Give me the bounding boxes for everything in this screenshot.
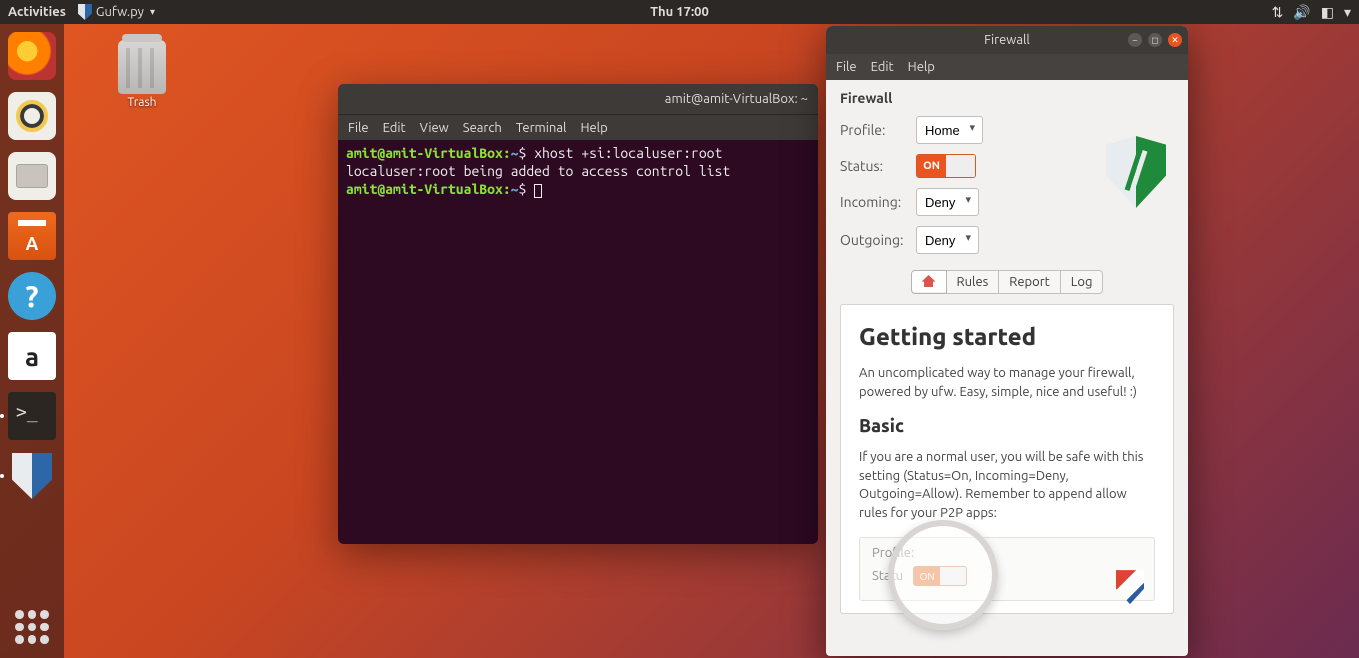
minimize-button[interactable]: – <box>1128 33 1142 47</box>
firewall-tabs: Rules Report Log <box>840 270 1174 294</box>
fw-menu-help[interactable]: Help <box>908 60 935 74</box>
clock[interactable]: Thu 17:00 <box>650 5 709 19</box>
terminal-titlebar[interactable]: amit@amit-VirtualBox: ~ <box>338 84 818 114</box>
terminal-output: localuser:root being added to access con… <box>346 162 810 180</box>
launcher-software[interactable] <box>8 212 56 260</box>
trash-icon <box>118 40 166 94</box>
tab-rules[interactable]: Rules <box>947 270 1000 294</box>
tab-log[interactable]: Log <box>1061 270 1104 294</box>
status-label: Status: <box>840 158 916 174</box>
system-tray: ⇅ 🔊 ◧ ▾ <box>1272 4 1351 21</box>
toggle-on-label: ON <box>917 155 946 177</box>
volume-icon[interactable]: 🔊 <box>1293 4 1310 21</box>
launcher-amazon[interactable]: a <box>8 332 56 380</box>
launcher-rhythmbox[interactable] <box>8 92 56 140</box>
firewall-titlebar[interactable]: Firewall – ◻ ✕ <box>826 26 1188 54</box>
terminal-title: amit@amit-VirtualBox: ~ <box>665 92 808 106</box>
firewall-menubar: File Edit Help <box>826 54 1188 80</box>
info-paragraph: If you are a normal user, you will be sa… <box>859 448 1155 523</box>
menu-help[interactable]: Help <box>580 121 607 135</box>
info-subheading: Basic <box>859 416 1155 436</box>
launcher-firefox[interactable] <box>8 32 56 80</box>
tab-report[interactable]: Report <box>999 270 1061 294</box>
chevron-down-icon: ▾ <box>150 6 155 18</box>
launcher: ? a <box>0 24 64 658</box>
maximize-button[interactable]: ◻ <box>1148 33 1162 47</box>
outgoing-label: Outgoing: <box>840 232 916 248</box>
menu-search[interactable]: Search <box>463 121 502 135</box>
close-button[interactable]: ✕ <box>1168 33 1182 47</box>
network-icon[interactable]: ⇅ <box>1272 4 1284 21</box>
app-menu[interactable]: Gufw.py ▾ <box>78 4 155 20</box>
shield-icon <box>12 453 52 499</box>
terminal-window: amit@amit-VirtualBox: ~ File Edit View S… <box>338 84 818 544</box>
fw-menu-file[interactable]: File <box>836 60 857 74</box>
launcher-files[interactable] <box>8 152 56 200</box>
firewall-heading: Firewall <box>840 90 1174 106</box>
prompt-path: ~ <box>511 145 519 161</box>
profile-label: Profile: <box>840 122 916 138</box>
chevron-down-icon[interactable]: ▾ <box>1344 4 1351 21</box>
app-menu-label: Gufw.py <box>96 5 144 19</box>
firewall-content: Firewall Profile: Home Status: ON Incomi… <box>826 80 1188 656</box>
magnifier-icon <box>888 520 998 630</box>
terminal-command: xhost +si:localuser:root <box>534 145 722 161</box>
outgoing-select[interactable]: Deny <box>916 226 979 254</box>
menu-file[interactable]: File <box>348 121 369 135</box>
info-preview: Profile: Statu ON <box>859 537 1155 601</box>
desktop-trash[interactable]: Trash <box>110 40 174 109</box>
firewall-window: Firewall – ◻ ✕ File Edit Help Firewall P… <box>826 26 1188 656</box>
incoming-label: Incoming: <box>840 194 916 210</box>
top-panel: Activities Gufw.py ▾ Thu 17:00 ⇅ 🔊 ◧ ▾ <box>0 0 1359 24</box>
battery-icon[interactable]: ◧ <box>1321 4 1334 21</box>
activities-button[interactable]: Activities <box>8 5 66 19</box>
menu-terminal[interactable]: Terminal <box>516 121 567 135</box>
menu-edit[interactable]: Edit <box>383 121 406 135</box>
gufw-icon <box>78 4 92 20</box>
incoming-select[interactable]: Deny <box>916 188 979 216</box>
terminal-menubar: File Edit View Search Terminal Help <box>338 114 818 140</box>
home-icon <box>922 275 936 287</box>
tab-home[interactable] <box>911 270 947 294</box>
info-paragraph: An uncomplicated way to manage your fire… <box>859 364 1155 402</box>
mini-shield-icon <box>1116 570 1144 604</box>
launcher-help[interactable]: ? <box>8 272 56 320</box>
terminal-cursor <box>534 184 542 198</box>
firewall-title: Firewall <box>984 33 1030 47</box>
launcher-terminal[interactable] <box>8 392 56 440</box>
profile-select[interactable]: Home <box>916 116 983 144</box>
fw-menu-edit[interactable]: Edit <box>871 60 894 74</box>
menu-view[interactable]: View <box>420 121 449 135</box>
trash-label: Trash <box>110 96 174 109</box>
info-heading: Getting started <box>859 323 1155 350</box>
prompt-user: amit@amit-VirtualBox <box>346 145 503 161</box>
show-applications[interactable] <box>15 610 49 644</box>
terminal-body[interactable]: amit@amit-VirtualBox:~$ xhost +si:localu… <box>338 140 818 544</box>
launcher-gufw[interactable] <box>8 452 56 500</box>
info-panel: Getting started An uncomplicated way to … <box>840 304 1174 614</box>
status-toggle[interactable]: ON <box>916 154 976 178</box>
